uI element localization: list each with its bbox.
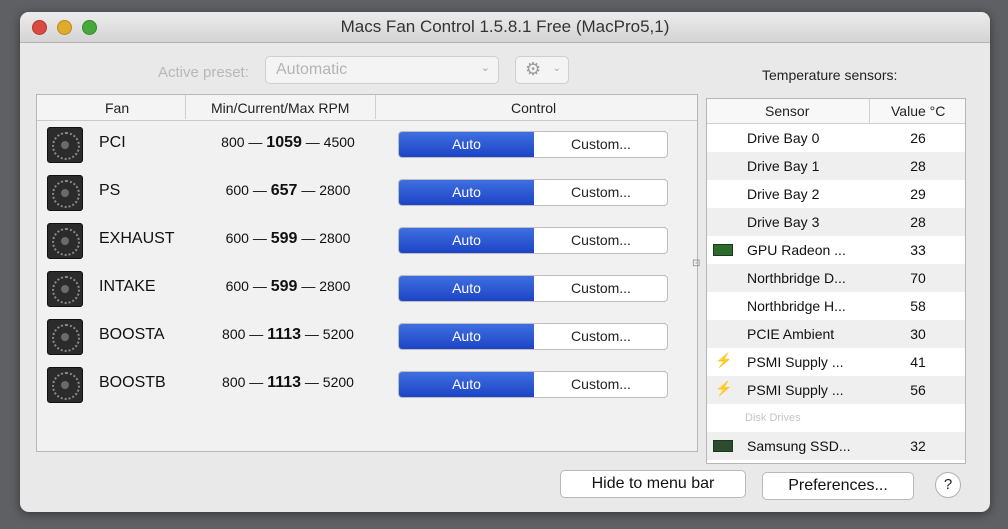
- window-title: Macs Fan Control 1.5.8.1 Free (MacPro5,1…: [340, 17, 670, 36]
- help-icon[interactable]: ?: [935, 472, 961, 498]
- settings-menu-button[interactable]: ⚙ ⌄: [515, 56, 569, 84]
- fan-name: BOOSTA: [99, 326, 165, 343]
- fan-icon: [47, 271, 83, 307]
- fan-name: INTAKE: [99, 278, 156, 295]
- custom-button[interactable]: Custom...: [535, 228, 667, 253]
- fan-name: PS: [99, 182, 121, 199]
- fan-name: EXHAUST: [99, 230, 175, 247]
- preset-value: Automatic: [276, 61, 348, 78]
- sensor-row[interactable]: Samsung SSD... 32: [707, 432, 965, 460]
- fan-row-boosta: BOOSTA 800 — 1113 — 5200 Auto Custom...: [37, 316, 697, 364]
- fan-table-header: Fan Min/Current/Max RPM Control: [37, 95, 697, 121]
- app-window: Macs Fan Control 1.5.8.1 Free (MacPro5,1…: [20, 12, 990, 512]
- sensor-table: Sensor Value °C Drive Bay 0 26 Drive Bay…: [706, 98, 966, 464]
- preferences-button[interactable]: Preferences...: [762, 472, 914, 500]
- fan-row-boostb: BOOSTB 800 — 1113 — 5200 Auto Custom...: [37, 364, 697, 412]
- auto-button[interactable]: Auto: [399, 276, 534, 301]
- fan-icon: [47, 319, 83, 355]
- fan-icon: [47, 367, 83, 403]
- fan-rpm: 800 — 1059 — 4500: [221, 134, 355, 151]
- title-bar: Macs Fan Control 1.5.8.1 Free (MacPro5,1…: [20, 12, 990, 43]
- active-preset-label: Active preset:: [158, 64, 249, 81]
- fan-control-segmented: Auto Custom...: [398, 227, 668, 254]
- custom-button[interactable]: Custom...: [535, 324, 667, 349]
- sensor-row[interactable]: Drive Bay 3 28: [707, 208, 965, 236]
- column-rpm: Min/Current/Max RPM: [211, 100, 350, 116]
- temperature-sensors-title: Temperature sensors:: [762, 67, 898, 83]
- fan-icon: [47, 223, 83, 259]
- fan-table: Fan Min/Current/Max RPM Control PCI 800 …: [36, 94, 698, 452]
- power-bolt-icon: ⚡: [715, 352, 733, 368]
- fan-rpm: 600 — 657 — 2800: [225, 182, 351, 199]
- column-fan: Fan: [105, 100, 130, 116]
- hide-to-menu-bar-button[interactable]: Hide to menu bar: [560, 470, 746, 498]
- sensor-row[interactable]: Drive Bay 2 29: [707, 180, 965, 208]
- sensor-row[interactable]: ⚡ PSMI Supply ... 41: [707, 348, 965, 376]
- sensor-row[interactable]: Northbridge H... 58: [707, 292, 965, 320]
- column-value: Value °C: [891, 103, 946, 119]
- ssd-drive-icon: [713, 440, 733, 452]
- custom-button[interactable]: Custom...: [535, 276, 667, 301]
- fan-name: PCI: [99, 134, 126, 151]
- preset-select[interactable]: Automatic ⌄: [265, 56, 499, 84]
- fan-icon: [47, 175, 83, 211]
- sensor-row[interactable]: Drive Bay 0 26: [707, 124, 965, 152]
- fan-control-segmented: Auto Custom...: [398, 275, 668, 302]
- sensor-table-header: Sensor Value °C: [707, 99, 965, 124]
- auto-button[interactable]: Auto: [399, 372, 534, 397]
- sensor-row[interactable]: Drive Bay 1 28: [707, 152, 965, 180]
- auto-button[interactable]: Auto: [399, 132, 534, 157]
- fan-icon: [47, 127, 83, 163]
- column-sensor: Sensor: [765, 103, 810, 119]
- fan-control-segmented: Auto Custom...: [398, 179, 668, 206]
- fan-row-intake: INTAKE 600 — 599 — 2800 Auto Custom...: [37, 268, 697, 316]
- fan-control-segmented: Auto Custom...: [398, 131, 668, 158]
- fan-rpm: 600 — 599 — 2800: [225, 278, 351, 295]
- sensor-row[interactable]: GPU Radeon ... 33: [707, 236, 965, 264]
- fan-control-segmented: Auto Custom...: [398, 323, 668, 350]
- chevron-down-icon: ⌄: [552, 63, 561, 74]
- custom-button[interactable]: Custom...: [535, 372, 667, 397]
- sensor-row[interactable]: PCIE Ambient 30: [707, 320, 965, 348]
- sensor-row[interactable]: ⚡ PSMI Supply ... 56: [707, 376, 965, 404]
- auto-button[interactable]: Auto: [399, 228, 534, 253]
- fan-rpm: 600 — 599 — 2800: [225, 230, 351, 247]
- fan-row-exhaust: EXHAUST 600 — 599 — 2800 Auto Custom...: [37, 220, 697, 268]
- fan-rpm: 800 — 1113 — 5200: [222, 374, 354, 391]
- auto-button[interactable]: Auto: [399, 324, 534, 349]
- fan-rpm: 800 — 1113 — 5200: [222, 326, 354, 343]
- sensor-group-header: Disk Drives: [707, 404, 965, 432]
- auto-button[interactable]: Auto: [399, 180, 534, 205]
- split-drag-handle[interactable]: ⊡: [692, 258, 700, 269]
- chevron-updown-icon: ⌄: [480, 62, 490, 74]
- gpu-chip-icon: [713, 244, 733, 256]
- gear-icon: ⚙: [525, 59, 542, 79]
- disk-drives-group-label: Disk Drives: [745, 412, 801, 424]
- custom-button[interactable]: Custom...: [535, 180, 667, 205]
- power-bolt-icon: ⚡: [715, 380, 733, 396]
- fan-name: BOOSTB: [99, 374, 166, 391]
- custom-button[interactable]: Custom...: [535, 132, 667, 157]
- fan-row-pci: PCI 800 — 1059 — 4500 Auto Custom...: [37, 124, 697, 172]
- fan-row-ps: PS 600 — 657 — 2800 Auto Custom...: [37, 172, 697, 220]
- sensor-row[interactable]: Northbridge D... 70: [707, 264, 965, 292]
- fan-control-segmented: Auto Custom...: [398, 371, 668, 398]
- column-control: Control: [511, 100, 557, 116]
